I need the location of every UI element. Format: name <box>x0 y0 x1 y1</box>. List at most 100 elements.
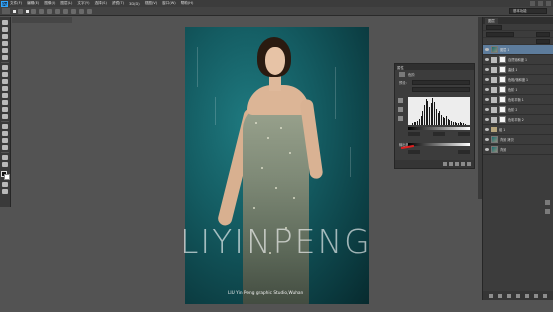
align-right-icon[interactable] <box>71 8 76 14</box>
visibility-eye-icon[interactable] <box>485 88 489 91</box>
move-tool-preset-icon[interactable] <box>2 8 10 14</box>
visibility-eye-icon[interactable] <box>485 48 489 51</box>
auto-select-checkbox[interactable] <box>13 9 16 13</box>
path-select-tool-icon[interactable] <box>2 138 8 143</box>
background-color[interactable] <box>3 174 10 180</box>
auto-select-dropdown-icon[interactable] <box>18 8 23 14</box>
toggle-visibility-icon[interactable] <box>461 162 465 166</box>
distribute-2-icon[interactable] <box>87 8 92 14</box>
reset-icon[interactable] <box>455 162 459 166</box>
clone-stamp-tool-icon[interactable] <box>2 79 8 84</box>
visibility-eye-icon[interactable] <box>485 108 489 111</box>
layer-style-icon[interactable] <box>497 293 502 298</box>
layer-row[interactable]: 组 1 <box>483 125 553 135</box>
delete-layer-icon[interactable] <box>543 293 548 298</box>
tab-layers[interactable]: 图层 <box>485 17 498 24</box>
visibility-eye-icon[interactable] <box>485 68 489 71</box>
input-gamma-field[interactable] <box>433 132 445 136</box>
levels-histogram[interactable] <box>408 97 470 125</box>
dodge-tool-icon[interactable] <box>2 114 8 119</box>
brush-tool-icon[interactable] <box>2 72 8 77</box>
input-white-field[interactable] <box>458 132 470 136</box>
layer-kind-filter[interactable] <box>486 24 502 30</box>
healing-brush-tool-icon[interactable] <box>2 65 8 70</box>
menu-filter[interactable]: 滤镜(T) <box>112 1 124 6</box>
layer-row[interactable]: 图层 1 <box>483 45 553 55</box>
minimize-icon[interactable] <box>530 1 535 6</box>
opacity-field[interactable] <box>536 31 550 37</box>
black-point-eyedropper-icon[interactable] <box>398 98 403 103</box>
add-mask-icon[interactable] <box>506 293 511 298</box>
clip-to-layer-icon[interactable] <box>443 162 447 166</box>
new-layer-icon[interactable] <box>534 293 539 298</box>
layer-row[interactable]: 色彩平衡 2 <box>483 115 553 125</box>
visibility-eye-icon[interactable] <box>485 118 489 121</box>
close-icon[interactable] <box>546 1 551 6</box>
eyedropper-tool-icon[interactable] <box>2 55 8 60</box>
delete-adjustment-icon[interactable] <box>467 162 471 166</box>
link-layers-icon[interactable] <box>488 293 493 298</box>
quick-select-tool-icon[interactable] <box>2 41 8 46</box>
gradient-tool-icon[interactable] <box>2 100 8 105</box>
actions-panel-icon[interactable] <box>545 209 550 214</box>
menu-image[interactable]: 图像(I) <box>44 1 55 6</box>
color-swatches[interactable] <box>0 171 10 180</box>
input-black-field[interactable] <box>408 132 420 136</box>
preset-select[interactable] <box>412 80 470 85</box>
distribute-icon[interactable] <box>79 8 84 14</box>
menu-type[interactable]: 文字(Y) <box>77 1 89 6</box>
visibility-eye-icon[interactable] <box>485 98 489 101</box>
align-top-icon[interactable] <box>31 8 36 14</box>
layer-row[interactable]: 曲线 1 <box>483 65 553 75</box>
move-tool-icon[interactable] <box>2 20 8 25</box>
input-levels-ramp[interactable] <box>408 127 470 130</box>
fill-field[interactable] <box>536 38 550 44</box>
menu-view[interactable]: 视图(V) <box>145 1 157 6</box>
output-black-field[interactable] <box>408 150 420 154</box>
history-brush-tool-icon[interactable] <box>2 86 8 91</box>
visibility-eye-icon[interactable] <box>485 78 489 81</box>
transform-controls-checkbox[interactable] <box>26 9 29 13</box>
eraser-tool-icon[interactable] <box>2 93 8 98</box>
visibility-eye-icon[interactable] <box>485 128 489 131</box>
pen-tool-icon[interactable] <box>2 124 8 129</box>
canvas-photo[interactable] <box>185 27 369 304</box>
align-left-icon[interactable] <box>55 8 60 14</box>
layer-row[interactable]: 背景 <box>483 145 553 155</box>
menu-window[interactable]: 窗口(W) <box>162 1 176 6</box>
type-tool-icon[interactable] <box>2 131 8 136</box>
align-bottom-icon[interactable] <box>47 8 52 14</box>
lasso-tool-icon[interactable] <box>2 34 8 39</box>
menu-help[interactable]: 帮助(H) <box>181 1 194 6</box>
shape-tool-icon[interactable] <box>2 145 8 150</box>
quick-mask-icon[interactable] <box>2 182 8 187</box>
output-levels-ramp[interactable] <box>408 143 470 146</box>
align-middle-icon[interactable] <box>39 8 44 14</box>
gray-point-eyedropper-icon[interactable] <box>398 107 403 112</box>
layer-row[interactable]: 色相/饱和度 1 <box>483 75 553 85</box>
white-point-eyedropper-icon[interactable] <box>398 116 403 121</box>
workspace-select[interactable]: 基本功能 <box>509 8 547 14</box>
menu-edit[interactable]: 编辑(E) <box>27 1 39 6</box>
channel-select[interactable] <box>412 87 470 92</box>
new-adjustment-icon[interactable] <box>515 293 520 298</box>
screen-mode-icon[interactable] <box>2 189 8 194</box>
blur-tool-icon[interactable] <box>2 107 8 112</box>
menu-layer[interactable]: 图层(L) <box>60 1 72 6</box>
view-previous-icon[interactable] <box>449 162 453 166</box>
layer-row[interactable]: 色阶 1 <box>483 85 553 95</box>
layer-row[interactable]: 色阶 2 <box>483 105 553 115</box>
menu-select[interactable]: 选择(S) <box>95 1 107 6</box>
output-white-field[interactable] <box>458 150 470 154</box>
layer-row[interactable]: 背景 拷贝 <box>483 135 553 145</box>
align-center-icon[interactable] <box>63 8 68 14</box>
layer-row[interactable]: 色彩平衡 1 <box>483 95 553 105</box>
marquee-tool-icon[interactable] <box>2 27 8 32</box>
document-tab[interactable] <box>12 17 72 23</box>
maximize-icon[interactable] <box>538 1 543 6</box>
menu-file[interactable]: 文件(F) <box>10 1 22 6</box>
history-panel-icon[interactable] <box>545 200 550 205</box>
layer-row[interactable]: 自然饱和度 1 <box>483 55 553 65</box>
menu-3d[interactable]: 3D(D) <box>129 2 140 6</box>
visibility-eye-icon[interactable] <box>485 148 489 151</box>
